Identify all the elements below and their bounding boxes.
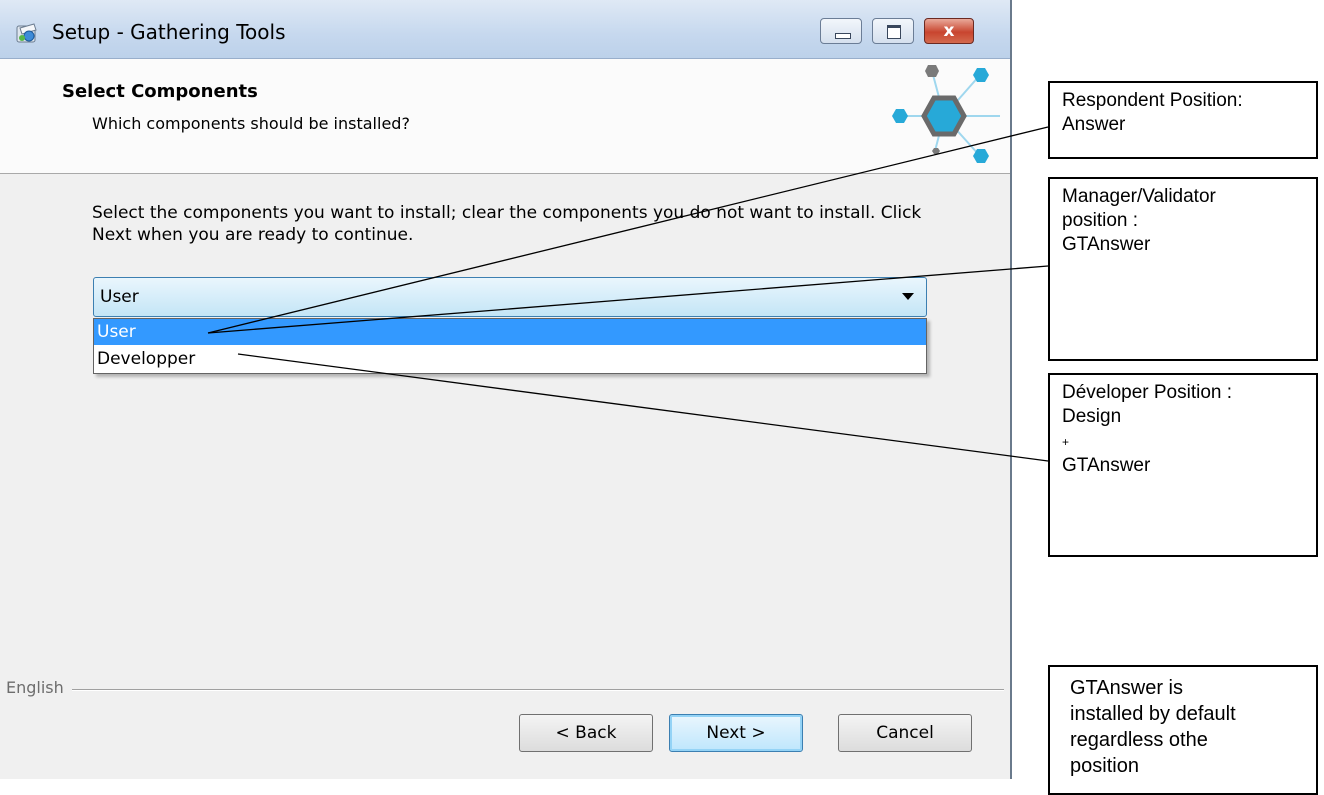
hexagon-logo [892, 65, 1000, 163]
minimize-icon [835, 33, 851, 39]
wizard-header: Select Components Which components shoul… [0, 59, 1010, 174]
manager-validator-position-note: Manager/Validator position : GTAnswer [1048, 177, 1318, 361]
cancel-button[interactable]: Cancel [838, 714, 972, 752]
maximize-button[interactable] [872, 18, 914, 44]
page-subtitle: Which components should be installed? [92, 114, 410, 133]
title-bar[interactable]: Setup - Gathering Tools x [0, 0, 1010, 59]
language-label: English [6, 678, 72, 697]
maximize-icon [887, 25, 901, 39]
close-button[interactable]: x [924, 18, 974, 44]
developer-note-answer: GTAnswer [1062, 455, 1151, 476]
window-title: Setup - Gathering Tools [52, 20, 286, 44]
dropdown-arrow-icon[interactable] [902, 293, 914, 300]
page-title: Select Components [62, 81, 258, 102]
components-select-value: User [100, 287, 139, 307]
developer-note-plus: + [1062, 435, 1070, 449]
app-installer-icon [16, 23, 37, 43]
close-icon: x [943, 21, 955, 41]
installer-window: Setup - Gathering Tools x Select Compone… [0, 0, 1012, 779]
components-dropdown-list: User Developper [93, 318, 927, 374]
developer-position-note: Déveloper Position : Design + GTAnswer [1048, 373, 1318, 557]
components-select[interactable]: User [93, 277, 927, 317]
default-install-note: GTAnswer is installed by default regardl… [1048, 665, 1318, 795]
dropdown-option-user[interactable]: User [94, 319, 926, 345]
back-button[interactable]: < Back [519, 714, 653, 752]
minimize-button[interactable] [820, 18, 862, 44]
instructions-text: Select the components you want to instal… [92, 203, 922, 245]
dropdown-option-developper[interactable]: Developper [94, 346, 926, 372]
next-button[interactable]: Next > [669, 714, 803, 752]
respondent-position-note: Respondent Position: Answer [1048, 81, 1318, 159]
language-divider [6, 689, 1004, 691]
developer-note-text: Déveloper Position : Design [1062, 382, 1233, 427]
